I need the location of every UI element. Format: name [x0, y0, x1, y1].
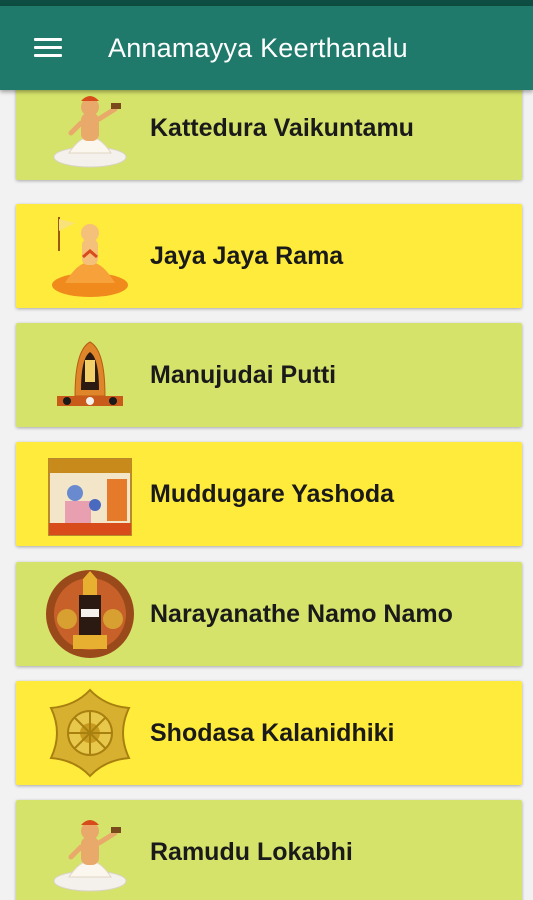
yashoda-krishna-icon — [44, 448, 136, 540]
app-title: Annamayya Keerthanalu — [108, 32, 408, 63]
saint-annamayya-icon — [44, 90, 136, 174]
list-item[interactable]: Jaya Jaya Rama — [16, 204, 522, 308]
list-item-label: Narayanathe Namo Namo — [150, 599, 453, 628]
list-item[interactable]: Muddugare Yashoda — [16, 442, 522, 546]
song-list[interactable]: Kattedura Vaikuntamu Jaya Jaya Rama Manu… — [0, 90, 533, 900]
list-item[interactable]: Narayanathe Namo Namo — [16, 562, 522, 666]
menu-button[interactable] — [0, 6, 96, 90]
sudarshana-chakra-icon — [44, 687, 136, 779]
saint-annamayya-icon — [44, 806, 136, 898]
list-item[interactable]: Shodasa Kalanidhiki — [16, 681, 522, 785]
list-item-label: Muddugare Yashoda — [150, 479, 395, 508]
list-item[interactable]: Kattedura Vaikuntamu — [16, 90, 522, 180]
temple-deity-icon — [44, 329, 136, 421]
list-item-label: Ramudu Lokabhi — [150, 837, 353, 866]
list-item-label: Jaya Jaya Rama — [150, 241, 344, 270]
app-bar: Annamayya Keerthanalu — [0, 6, 533, 90]
saint-ramanuja-icon — [44, 210, 136, 302]
list-item-label: Shodasa Kalanidhiki — [150, 718, 395, 747]
list-item[interactable]: Ramudu Lokabhi — [16, 800, 522, 900]
list-item-label: Kattedura Vaikuntamu — [150, 113, 414, 142]
list-item[interactable]: Manujudai Putti — [16, 323, 522, 427]
hamburger-menu-icon — [34, 38, 62, 58]
list-item-label: Manujudai Putti — [150, 360, 337, 389]
venkateswara-icon — [44, 568, 136, 660]
